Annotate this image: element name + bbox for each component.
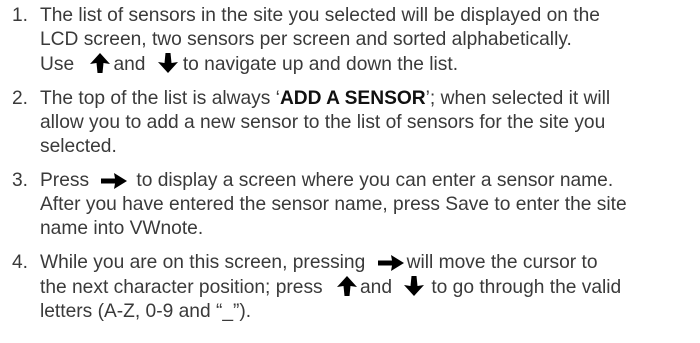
step-2: 2. The top of the list is always ‘ADD A …: [0, 87, 700, 159]
step-text: Press: [40, 170, 90, 191]
step-line: allow you to add a new sensor to the lis…: [40, 111, 700, 135]
step-line: The top of the list is always ‘ADD A SEN…: [40, 87, 700, 111]
step-number: 4.: [12, 252, 29, 273]
steps-list: 1. The list of sensors in the site you s…: [0, 0, 700, 324]
step-3: 3. Press to display a screen where you c…: [0, 169, 700, 241]
arrow-down-icon: [403, 275, 425, 297]
step-4: 4. While you are on this screen, pressin…: [0, 251, 700, 324]
step-line: selected.: [40, 135, 700, 159]
step-text: ’; when selected it will: [425, 88, 611, 109]
step-text: the next character position; press: [40, 277, 323, 298]
add-sensor-emphasis: ADD A SENSOR: [279, 88, 426, 109]
step-line: letters (A-Z, 0-9 and “_”).: [40, 300, 700, 324]
step-line: After you have entered the sensor name, …: [40, 193, 700, 217]
step-line: While you are on this screen, pressing w…: [40, 251, 700, 275]
step-line: Press to display a screen where you can …: [40, 169, 700, 193]
step-text: and: [359, 277, 392, 298]
arrow-up-icon: [89, 52, 111, 74]
step-text: to go through the valid: [431, 277, 622, 298]
step-number: 1.: [12, 5, 29, 26]
arrow-right-icon: [100, 172, 128, 190]
step-line: LCD screen, two sensors per screen and s…: [40, 28, 700, 52]
arrow-right-icon: [377, 254, 405, 272]
step-line: Use and to navigate up and down the list…: [40, 52, 700, 77]
step-text: letters (A-Z, 0-9 and “_”).: [40, 301, 252, 322]
step-line: The list of sensors in the site you sele…: [40, 4, 700, 28]
step-text: The top of the list is always ‘: [40, 88, 280, 109]
step-text: will move the cursor to: [406, 252, 598, 273]
step-text: and: [113, 54, 146, 75]
step-text: The list of sensors in the site you sele…: [40, 5, 600, 26]
step-text: to navigate up and down the list.: [182, 54, 459, 75]
step-text: LCD screen, two sensors per screen and s…: [40, 29, 572, 50]
step-number: 3.: [12, 170, 29, 191]
instructions-document: 1. The list of sensors in the site you s…: [0, 0, 700, 343]
step-text: selected.: [40, 136, 117, 157]
step-number: 2.: [12, 88, 29, 109]
step-1: 1. The list of sensors in the site you s…: [0, 0, 700, 77]
step-text: While you are on this screen, pressing: [40, 252, 366, 273]
step-line: the next character position; press and t…: [40, 275, 700, 300]
arrow-up-icon: [336, 275, 358, 297]
step-text: to display a screen where you can enter …: [136, 170, 614, 191]
step-text: name into VWnote.: [40, 218, 204, 239]
step-line: name into VWnote.: [40, 217, 700, 241]
arrow-down-icon: [157, 52, 179, 74]
step-text: allow you to add a new sensor to the lis…: [40, 112, 606, 133]
step-text: Use: [40, 54, 75, 75]
step-text: After you have entered the sensor name, …: [40, 194, 627, 215]
